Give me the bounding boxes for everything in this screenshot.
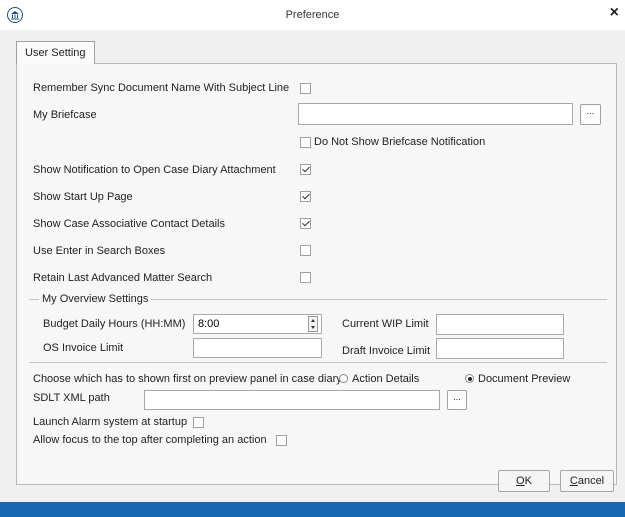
close-icon[interactable]: × <box>610 5 619 21</box>
show-startup-checkbox[interactable] <box>300 191 311 202</box>
cancel-label-rest: ancel <box>577 475 605 487</box>
draft-invoice-input[interactable] <box>436 338 564 359</box>
title-bar: Preference × <box>0 0 625 30</box>
show-notification-label: Show Notification to Open Case Diary Att… <box>33 164 276 176</box>
alarm-label: Launch Alarm system at startup <box>33 416 188 428</box>
wip-limit-label: Current WIP Limit <box>342 318 429 330</box>
dialog-body: User Setting Remember Sync Document Name… <box>0 30 625 502</box>
ok-mnemonic: O <box>516 475 525 487</box>
focus-top-checkbox[interactable] <box>276 435 287 446</box>
focus-top-label: Allow focus to the top after completing … <box>33 434 267 446</box>
os-invoice-label: OS Invoice Limit <box>43 342 124 354</box>
show-case-contact-label: Show Case Associative Contact Details <box>33 218 225 230</box>
sdlt-browse-button[interactable]: ... <box>447 390 467 410</box>
action-details-radio[interactable] <box>339 374 348 383</box>
window-title: Preference <box>285 9 340 21</box>
remember-sync-label: Remember Sync Document Name With Subject… <box>33 82 290 94</box>
no-briefcase-notification-checkbox[interactable] <box>300 137 311 148</box>
preview-option-label: Choose which has to shown first on previ… <box>33 373 342 385</box>
budget-hours-input[interactable] <box>193 314 322 334</box>
use-enter-label: Use Enter in Search Boxes <box>33 245 166 257</box>
briefcase-browse-button[interactable]: ... <box>580 104 601 125</box>
os-invoice-input[interactable] <box>193 338 322 358</box>
use-enter-checkbox[interactable] <box>300 245 311 256</box>
show-notification-checkbox[interactable] <box>300 164 311 175</box>
ok-button[interactable]: OK <box>498 470 550 492</box>
overview-settings-legend: My Overview Settings <box>39 293 152 305</box>
action-details-label: Action Details <box>352 373 420 385</box>
sdlt-path-input[interactable] <box>144 390 440 410</box>
budget-hours-spinner[interactable] <box>308 316 318 332</box>
wip-limit-input[interactable] <box>436 314 564 335</box>
cancel-mnemonic: C <box>569 475 578 487</box>
document-preview-radio[interactable] <box>465 374 474 383</box>
my-briefcase-label: My Briefcase <box>33 109 97 121</box>
no-briefcase-notification-label: Do Not Show Briefcase Notification <box>314 136 486 148</box>
retain-search-label: Retain Last Advanced Matter Search <box>33 272 213 284</box>
budget-hours-label: Budget Daily Hours (HH:MM) <box>43 318 186 330</box>
remember-sync-checkbox[interactable] <box>300 83 311 94</box>
my-briefcase-input[interactable] <box>298 103 573 125</box>
taskbar-strip <box>0 502 625 517</box>
retain-search-checkbox[interactable] <box>300 272 311 283</box>
draft-invoice-label: Draft Invoice Limit <box>342 345 431 357</box>
cancel-button[interactable]: Cancel <box>560 470 614 492</box>
ok-label-rest: K <box>524 475 532 487</box>
settings-panel: Remember Sync Document Name With Subject… <box>16 63 617 485</box>
tab-user-setting[interactable]: User Setting <box>16 41 95 64</box>
alarm-checkbox[interactable] <box>193 417 204 428</box>
document-preview-label: Document Preview <box>478 373 571 385</box>
show-startup-label: Show Start Up Page <box>33 191 133 203</box>
sdlt-label: SDLT XML path <box>33 392 110 404</box>
show-case-contact-checkbox[interactable] <box>300 218 311 229</box>
